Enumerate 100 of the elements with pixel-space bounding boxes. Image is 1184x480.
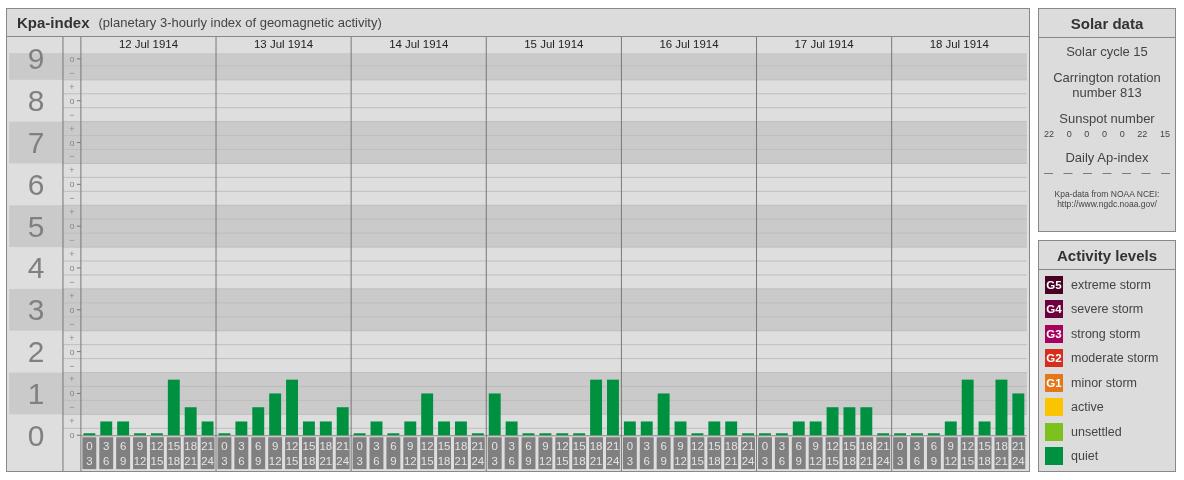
kp-bar [775,433,788,436]
axis-label: 9 12 [808,437,823,469]
sublevel-mark: o [69,346,75,357]
sublevel-mark: − [69,193,75,204]
axis-label: 12 15 [555,437,570,469]
level-swatch: G2 [1045,349,1063,367]
kp-bar [691,433,704,436]
axis-label: 9 12 [673,437,688,469]
axis-label: 0 3 [352,437,367,469]
axis-label: 6 9 [251,437,266,469]
source-note: http://www.ngdc.noaa.gov/ [1056,199,1158,209]
axis-label: 3 6 [234,437,249,469]
sublevel-mark: + [69,123,75,134]
x-tick-label: 3 6 [373,440,380,468]
sunspot-value: 0 [1084,129,1090,139]
kp-bar [556,433,569,436]
sublevel-mark: − [69,402,75,413]
kp-bar [860,407,873,436]
x-tick-label: 6 9 [930,440,938,468]
axis-label: 7 [27,125,45,159]
sublevel-mark: o [69,53,75,64]
level-label: strong storm [1071,326,1141,341]
axis-label: 9 12 [268,437,283,469]
panel-title: Kpa-index [17,13,90,31]
kp-bar [877,433,890,436]
axis-label: 6 9 [521,437,536,469]
sunspot-value: 22 [1044,129,1054,139]
solar-cycle: Solar cycle 15 [1066,44,1148,59]
x-tick-label: 3 6 [508,440,515,468]
sunspot-value: 0 [1101,129,1107,139]
level-label: unsettled [1071,424,1122,439]
kp-bar [117,421,130,436]
ap-index-heading: Daily Ap-index [1065,150,1149,165]
axis-label: 15 18 [437,437,451,469]
ap-value: — [1063,168,1073,178]
x-tick-label: 6 9 [390,440,397,468]
sublevel-mark: − [69,318,75,329]
axis-label: 15 18 [977,437,992,469]
axis-label: 21 24 [876,437,891,469]
kp-bar [894,433,907,436]
axis-label: 3 6 [369,437,384,469]
axis-label: 0 [27,418,45,452]
panel-subtitle: (planetary 3-hourly index of geomagnetic activity) [98,14,382,30]
axis-label: 3 6 [99,437,114,469]
sublevel-mark: o [69,430,75,441]
axis-label: 21 24 [606,437,620,469]
kp-bar [83,433,96,436]
kp-bar [404,421,417,436]
level-swatch: G5 [1045,275,1063,294]
kp-bar [590,379,603,436]
axis-label: 15 18 [166,437,181,469]
kp-bar [100,421,113,436]
axis-label: 6 9 [116,437,131,469]
kp-bar [269,393,282,436]
day-label: 12 Jul 1914 [118,37,179,50]
axis-label: 1 [27,376,45,410]
level-swatch: G1 [1045,373,1063,392]
axis-label: 18 21 [994,437,1009,469]
kp-bar [843,407,856,436]
axis-label: 9 12 [538,437,553,469]
kp-bar [421,393,434,436]
level-label: quiet [1071,449,1099,463]
x-tick-label: 0 3 [356,440,363,468]
sublevel-mark: o [69,179,75,190]
panel-title: Solar data [1039,9,1175,38]
axis-label: 15 18 [302,437,316,469]
axis-label: 0 3 [487,437,502,469]
sunspot-value: 0 [1066,129,1072,139]
axis-label: 15 18 [707,437,722,469]
axis-label: 0 3 [217,437,232,469]
axis-label: 21 24 [200,437,215,469]
axis-label: 18 21 [318,437,333,469]
sublevel-mark: o [69,221,75,232]
x-tick-label: 3 6 [643,440,650,468]
axis-label: 9 12 [403,437,418,469]
axis-label: 15 18 [572,437,587,469]
sublevel-mark: + [69,290,75,301]
x-tick-label: 0 3 [896,440,904,468]
kp-bar [1012,393,1025,436]
day-label: 14 Jul 1914 [389,37,449,50]
kp-bar [708,421,721,436]
axis-label: 18 21 [724,437,739,469]
sublevel-mark: − [69,67,75,78]
x-tick-label: 3 6 [103,440,110,468]
sublevel-mark: + [69,416,75,427]
sublevel-mark: o [69,388,75,399]
kp-bar [607,379,619,436]
kp-bar [742,433,755,436]
sublevel-mark: + [69,165,75,176]
sublevel-mark: − [69,235,75,245]
axis-label: 6 9 [656,437,671,469]
x-tick-label: 0 3 [491,440,498,468]
kp-bar [235,421,248,436]
sublevel-mark: + [69,248,75,259]
axis-label: 21 24 [1011,437,1026,469]
kp-bar [286,379,298,436]
axis-label: 21 24 [335,437,350,469]
level-label: active [1071,400,1104,414]
axis-label: 6 9 [386,437,401,469]
level-label: extreme storm [1071,277,1151,292]
